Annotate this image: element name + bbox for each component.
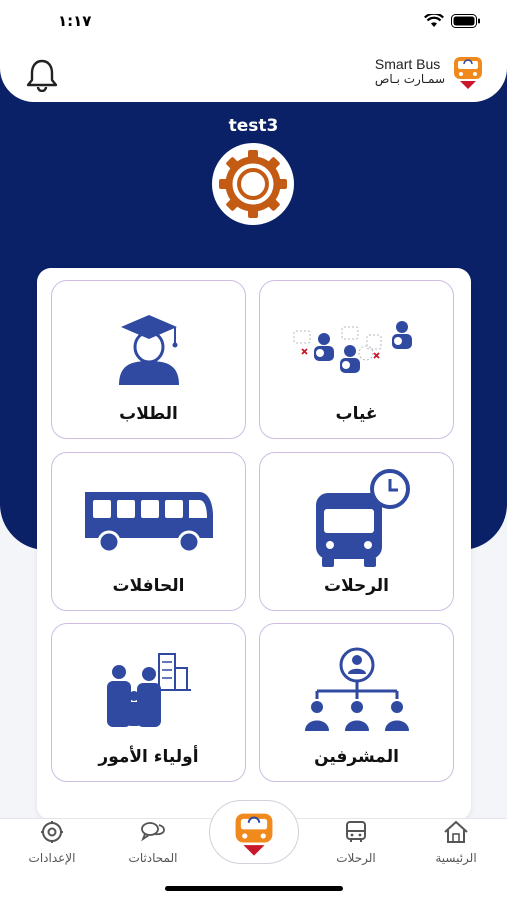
tile-supervisors-label: المشرفين bbox=[314, 747, 399, 767]
bus-clock-icon bbox=[315, 469, 410, 567]
center-home-button[interactable] bbox=[209, 800, 299, 864]
tile-trips[interactable]: الرحلات bbox=[259, 452, 454, 611]
brand-logo: Smart Bus سمـارت بـاص bbox=[375, 52, 485, 90]
tab-settings[interactable]: الإعدادات bbox=[10, 820, 94, 865]
status-time: ١:١٧ bbox=[58, 12, 92, 30]
home-indicator bbox=[165, 886, 343, 891]
tile-students-label: الطلاب bbox=[119, 404, 178, 424]
school-name: test3 bbox=[228, 116, 279, 136]
tile-absence[interactable]: غياب bbox=[259, 280, 454, 439]
tile-absence-label: غياب bbox=[335, 404, 378, 424]
tab-trips-label: الرحلات bbox=[336, 851, 376, 865]
tile-students[interactable]: الطلاب bbox=[51, 280, 246, 439]
home-icon bbox=[444, 820, 468, 843]
battery-icon bbox=[451, 14, 480, 28]
tile-trips-label: الرحلات bbox=[323, 576, 390, 596]
tab-trips[interactable]: الرحلات bbox=[314, 820, 398, 865]
parents-icon bbox=[106, 653, 191, 727]
tile-buses-label: الحافلات bbox=[112, 576, 185, 596]
bus-icon bbox=[346, 821, 366, 842]
app-header: ١:١٧ Smart Bus سمـارت بـاص bbox=[0, 0, 507, 102]
brand-name-ar: سمـارت بـاص bbox=[374, 72, 445, 86]
school-logo bbox=[212, 143, 294, 225]
smart-bus-logo-icon bbox=[235, 813, 273, 856]
gear-logo-icon bbox=[219, 150, 287, 218]
tile-parents[interactable]: أولياء الأمور bbox=[51, 623, 246, 782]
chat-icon bbox=[141, 822, 165, 842]
absence-icon bbox=[293, 321, 412, 373]
gear-icon bbox=[41, 821, 63, 843]
wifi-icon bbox=[424, 14, 444, 27]
smart-bus-logo-icon bbox=[454, 57, 482, 89]
tab-settings-label: الإعدادات bbox=[28, 851, 76, 865]
tab-chats-label: المحادثات bbox=[128, 851, 178, 865]
bus-icon bbox=[84, 492, 213, 554]
notification-bell-icon[interactable] bbox=[25, 58, 59, 92]
tab-home[interactable]: الرئيسية bbox=[414, 820, 498, 865]
supervisors-hierarchy-icon bbox=[304, 647, 409, 731]
tile-supervisors[interactable]: المشرفين bbox=[259, 623, 454, 782]
brand-name-en: Smart Bus bbox=[374, 56, 441, 72]
tile-parents-label: أولياء الأمور bbox=[98, 747, 199, 767]
status-icons bbox=[424, 14, 481, 28]
student-graduate-icon bbox=[118, 315, 179, 385]
tile-buses[interactable]: الحافلات bbox=[51, 452, 246, 611]
tab-chats[interactable]: المحادثات bbox=[111, 820, 195, 865]
tab-home-label: الرئيسية bbox=[435, 851, 477, 865]
menu-grid: غياب الطلاب الرحلات الحافلات المشرفين أو… bbox=[37, 268, 471, 820]
